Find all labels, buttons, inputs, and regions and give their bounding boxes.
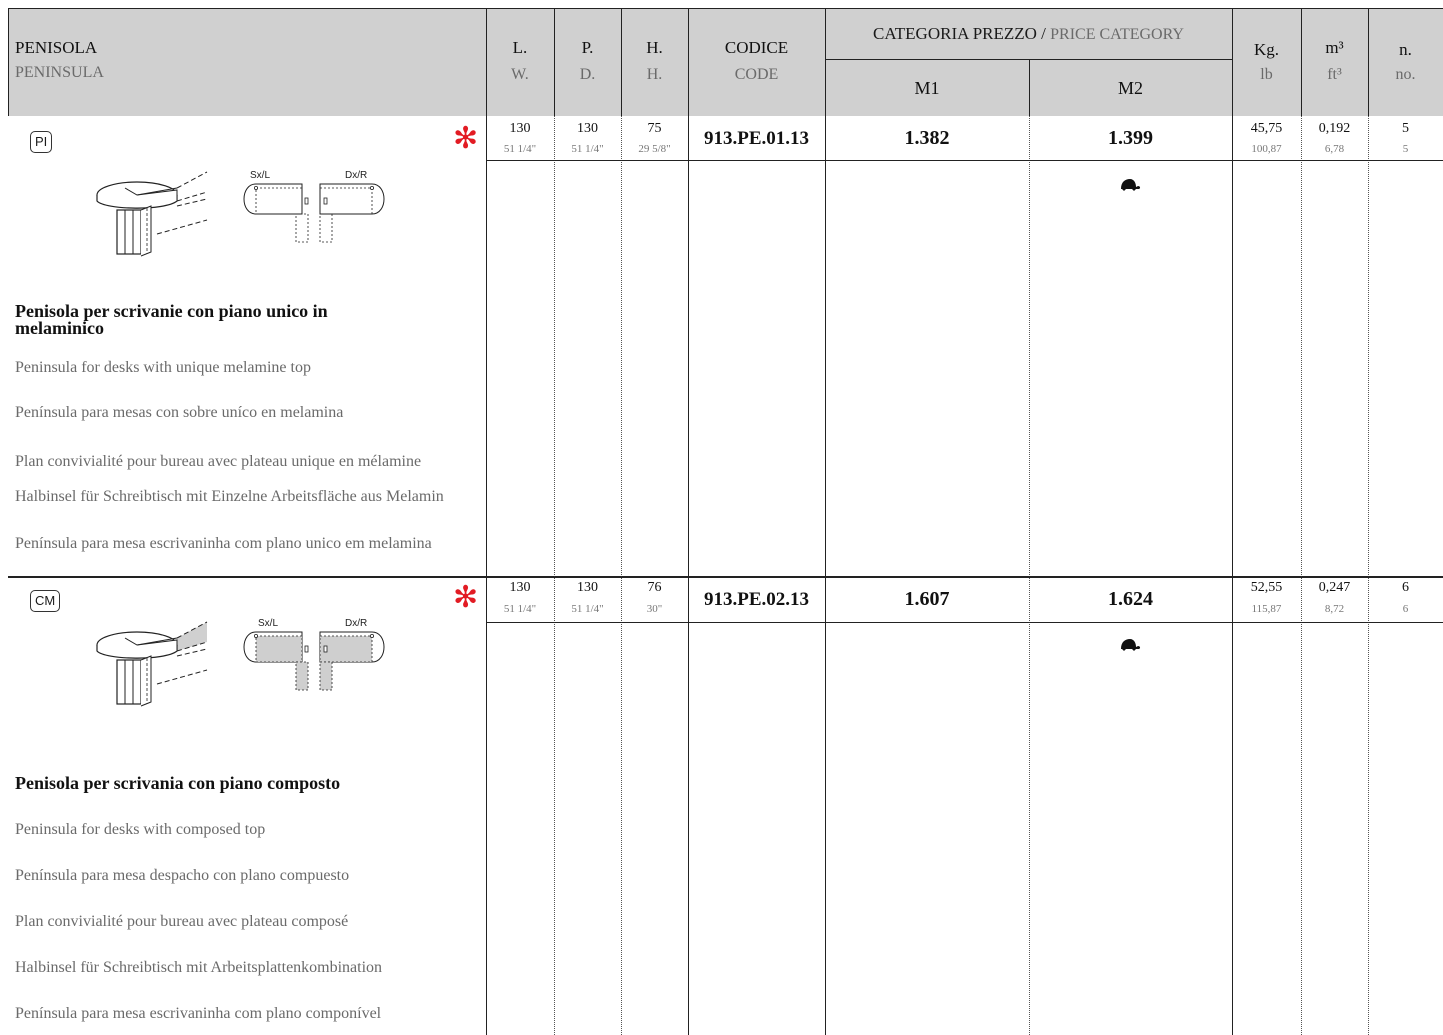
- product-separator: [8, 576, 1443, 578]
- description-es: Península para mesas con sobre uníco en …: [15, 404, 344, 421]
- plan-view-diagram: [243, 183, 385, 243]
- col-height-label-en: H.: [646, 66, 663, 83]
- width-cm: 130: [509, 580, 531, 595]
- column-separator: [621, 8, 622, 116]
- turtle-icon: [1121, 179, 1141, 191]
- price-category-it: CATEGORIA PREZZO /: [873, 24, 1046, 43]
- height-cm: 75: [647, 121, 662, 136]
- volume-ft3: 8,72: [1324, 603, 1345, 615]
- col-width-label: L.: [512, 38, 528, 57]
- count: 5: [1402, 121, 1409, 136]
- column-separator: [554, 8, 555, 116]
- count-en: 6: [1402, 603, 1409, 615]
- description-it: Penisola per scrivanie con piano unico i…: [15, 301, 328, 338]
- width-cm: 130: [509, 121, 531, 136]
- column-separator: [1368, 8, 1369, 116]
- header-divider: [1029, 59, 1030, 116]
- plan-view-diagram: [243, 631, 385, 691]
- volume-ft3: 6,78: [1324, 143, 1345, 155]
- peninsula-drawing: [96, 171, 208, 257]
- col-code-label: CODICE: [724, 38, 789, 57]
- width-in: 51 1/4": [503, 143, 537, 155]
- column-separator: [825, 8, 826, 1035]
- row-separator: [486, 160, 1443, 161]
- depth-cm: 130: [577, 121, 598, 136]
- col-width-label-en: W.: [511, 66, 529, 83]
- description-fr: Plan convivialité pour bureau avec plate…: [15, 913, 349, 930]
- column-separator: [486, 8, 487, 1035]
- table-border-left: [8, 8, 9, 116]
- product-code: 913.PE.02.13: [703, 589, 810, 610]
- peninsula-drawing: [96, 621, 208, 707]
- asterisk-icon: ✻: [453, 121, 479, 156]
- price-m1: 1.607: [904, 588, 950, 610]
- column-separator: [1301, 8, 1302, 116]
- depth-in: 51 1/4": [571, 143, 604, 155]
- price-category-en: PRICE CATEGORY: [1050, 26, 1184, 43]
- col-count-label-en: no.: [1395, 66, 1416, 83]
- price-m1-label: M1: [914, 78, 940, 98]
- product-tag: PI: [30, 131, 53, 153]
- weight-kg: 45,75: [1250, 121, 1283, 136]
- description-pt: Península para mesa escrivaninha com pla…: [15, 535, 432, 552]
- product-code: 913.PE.01.13: [703, 128, 810, 149]
- col-weight-label-en: lb: [1260, 66, 1273, 83]
- weight-lb: 100,87: [1251, 143, 1282, 155]
- description-de: Halbinsel für Schreibtisch mit Einzelne …: [15, 488, 444, 505]
- description-pt: Península para mesa escrivaninha com pla…: [15, 1005, 382, 1022]
- product-tag: CM: [30, 590, 61, 612]
- col-depth-label-en: D.: [579, 66, 596, 83]
- weight-kg: 52,55: [1250, 580, 1283, 595]
- description-en: Peninsula for desks with unique melamine…: [15, 359, 311, 376]
- col-volume-label: m³: [1325, 38, 1344, 57]
- col-height-label: H.: [646, 38, 663, 57]
- row-separator: [486, 622, 1443, 623]
- section-title: PENISOLA: [15, 38, 98, 57]
- col-code-label-en: CODE: [734, 66, 779, 83]
- height-in: 29 5/8": [638, 143, 671, 155]
- width-in: 51 1/4": [503, 603, 537, 615]
- count: 6: [1402, 580, 1409, 595]
- height-cm: 76: [647, 580, 662, 595]
- turtle-icon: [1121, 639, 1141, 651]
- height-in: 30": [646, 603, 663, 615]
- description-es: Península para mesa despacho con plano c…: [15, 867, 350, 884]
- column-separator: [1232, 8, 1233, 1035]
- description-en: Peninsula for desks with composed top: [15, 821, 266, 838]
- column-separator: [688, 8, 689, 1035]
- price-m2: 1.399: [1108, 127, 1153, 149]
- volume-m3: 0,247: [1318, 580, 1351, 595]
- description-fr: Plan convivialité pour bureau avec plate…: [15, 453, 422, 470]
- price-category-header: CATEGORIA PREZZO / PRICE CATEGORY: [825, 24, 1232, 44]
- count-en: 5: [1402, 143, 1409, 155]
- depth-in: 51 1/4": [571, 603, 604, 615]
- table-border-top: [8, 8, 1443, 9]
- description-it: Penisola per scrivania con piano compost…: [15, 773, 341, 793]
- col-weight-label: Kg.: [1253, 40, 1280, 59]
- col-volume-label-en: ft³: [1327, 66, 1342, 83]
- description-de: Halbinsel für Schreibtisch mit Arbeitspl…: [15, 959, 383, 976]
- volume-m3: 0,192: [1318, 121, 1351, 136]
- section-title-en: PENINSULA: [15, 64, 104, 81]
- weight-lb: 115,87: [1251, 603, 1282, 615]
- price-m2: 1.624: [1108, 588, 1153, 610]
- col-count-label: n.: [1399, 40, 1412, 59]
- col-depth-label: P.: [581, 38, 594, 57]
- asterisk-icon: ✻: [453, 580, 479, 615]
- price-m1: 1.382: [904, 127, 950, 149]
- price-m2-label: M2: [1117, 78, 1143, 98]
- depth-cm: 130: [577, 580, 598, 595]
